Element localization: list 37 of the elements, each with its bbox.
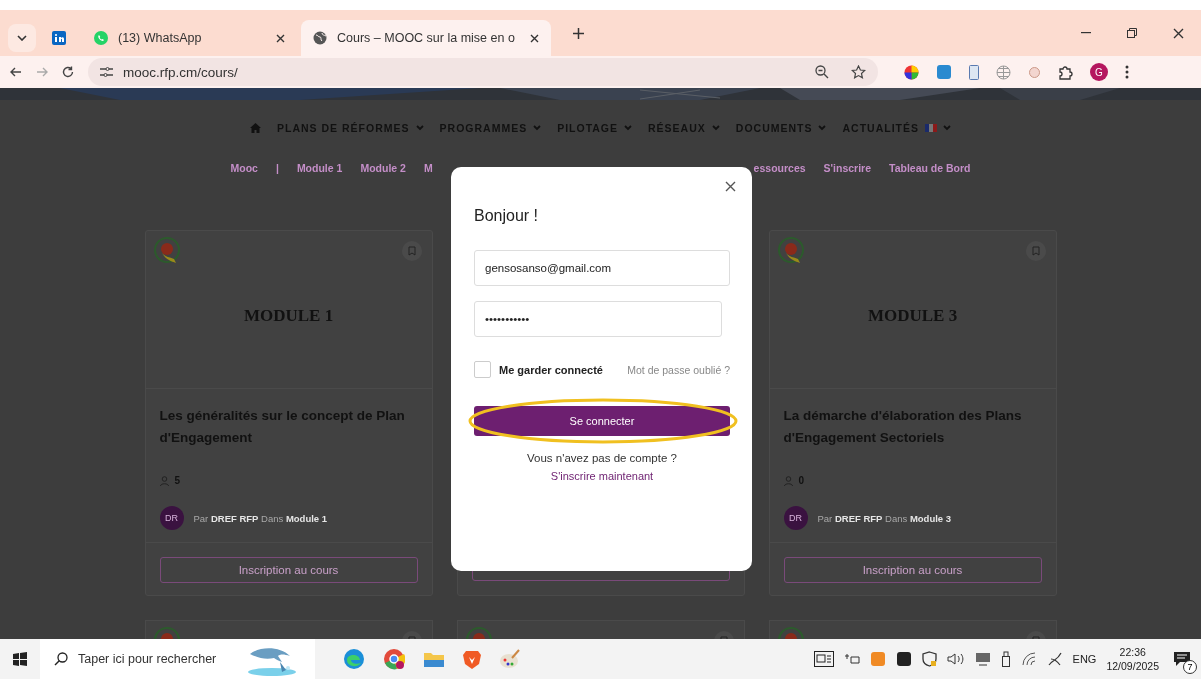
- clock[interactable]: 22:36 12/09/2025: [1106, 645, 1159, 673]
- author-avatar: DR: [159, 506, 184, 530]
- address-bar[interactable]: mooc.rfp.cm/cours/: [88, 58, 878, 86]
- submenu-link[interactable]: Tableau de Bord: [889, 162, 971, 174]
- search-input[interactable]: Taper ici pour rechercher: [78, 652, 236, 666]
- dialog-title: Bonjour !: [474, 207, 540, 225]
- password-field[interactable]: •••••••••••: [474, 301, 722, 337]
- enroll-button[interactable]: Inscription au cours: [159, 557, 418, 583]
- course-byline: Par DREF RFP Dans Module 3: [817, 512, 952, 524]
- submenu-link[interactable]: Mooc: [230, 162, 258, 174]
- taskbar-search-field[interactable]: Taper ici pour rechercher: [40, 639, 315, 679]
- register-link[interactable]: S'inscrire maintenant: [550, 470, 654, 482]
- submenu-link[interactable]: Module 2: [360, 162, 406, 174]
- tab-title: Cours – MOOC sur la mise en o: [337, 31, 515, 45]
- submenu-link[interactable]: S'inscrire: [823, 162, 871, 174]
- browser-tab[interactable]: Cours – MOOC sur la mise en o: [301, 20, 551, 56]
- submenu-link[interactable]: essources: [753, 162, 806, 174]
- browser-tab[interactable]: (13) WhatsApp: [82, 20, 297, 56]
- submenu-link[interactable]: |: [275, 162, 279, 174]
- signup-prompt: Vous n'avez pas de compte ?: [526, 452, 678, 464]
- tab-title: (13) WhatsApp: [118, 31, 202, 45]
- author-avatar: DR: [783, 506, 808, 530]
- submenu-link[interactable]: M: [423, 162, 433, 174]
- clock-time: 22:36: [1119, 645, 1146, 659]
- enroll-button[interactable]: Inscription au cours: [783, 557, 1042, 583]
- submenu-link[interactable]: Module 1: [296, 162, 343, 174]
- clock-date: 12/09/2025: [1106, 659, 1159, 673]
- email-field[interactable]: gensosanso@gmail.com: [474, 250, 730, 286]
- remember-label: Me garder connecté: [499, 363, 603, 376]
- course-byline: Par DREF RFP Dans Module 1: [193, 512, 328, 524]
- url-text: mooc.rfp.cm/cours/: [123, 64, 239, 80]
- login-button[interactable]: Se connecter: [474, 406, 730, 436]
- notification-count: 7: [1183, 660, 1197, 674]
- forgot-password-link[interactable]: Mot de passe oublié ?: [627, 363, 730, 376]
- profile-avatar[interactable]: G: [1090, 63, 1108, 81]
- notifications-button[interactable]: 7: [1169, 646, 1195, 672]
- language-indicator[interactable]: ENG: [1072, 653, 1097, 665]
